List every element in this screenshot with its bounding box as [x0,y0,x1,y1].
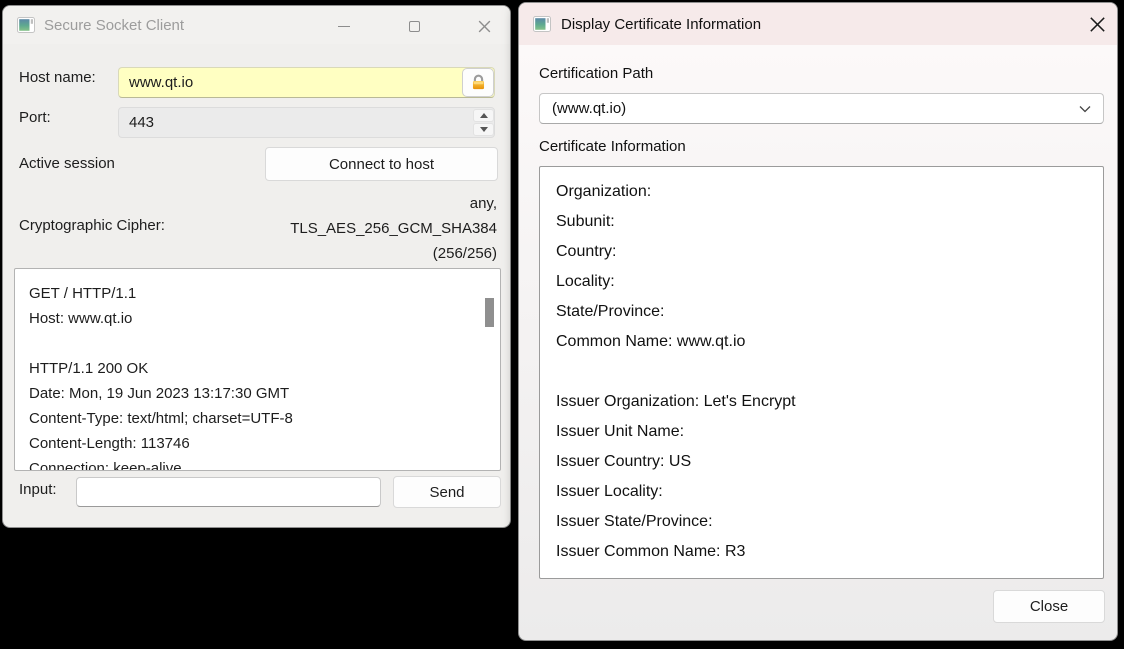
certificate-info-dialog: Display Certificate Information Certific… [518,2,1118,641]
text-line: any, [290,191,497,216]
close-icon [1089,16,1106,33]
client-titlebar[interactable]: Secure Socket Client [3,6,510,44]
connect-to-host-button[interactable]: Connect to host [265,147,498,181]
text-line: Country: [556,237,1093,267]
text-line: GET / HTTP/1.1 [29,281,480,306]
session-status-label: Active session [19,155,115,172]
arrow-down-icon [480,127,488,132]
send-data-input[interactable] [76,477,381,507]
spin-down-button[interactable] [473,123,494,136]
cipher-label: Cryptographic Cipher: [19,217,165,234]
text-line: Common Name: www.qt.io [556,327,1093,357]
certification-path-label: Certification Path [539,65,653,82]
secure-socket-client-window: Secure Socket Client Host name: [2,5,511,528]
text-line: Issuer Locality: [556,477,1093,507]
text-line: Content-Type: text/html; charset=UTF-8 [29,406,480,431]
text-line: Connection: keep-alive [29,456,480,471]
text-line: HTTP/1.1 200 OK [29,356,480,381]
desktop-canvas: Secure Socket Client Host name: [0,0,1124,649]
spin-up-button[interactable] [473,109,494,122]
port-label: Port: [19,109,51,126]
port-input[interactable] [118,107,495,138]
console-scrollbar-thumb[interactable] [485,298,494,327]
qt-app-icon [17,17,35,33]
window-title: Secure Socket Client [44,17,184,34]
text-line: Issuer Country: US [556,447,1093,477]
text-line: Locality: [556,267,1093,297]
port-spinner [473,109,494,136]
dialog-close-button[interactable]: Close [993,590,1105,623]
close-button[interactable] [1079,11,1115,37]
close-icon [477,19,492,34]
minimize-icon [338,26,350,27]
chevron-down-icon [1079,105,1091,113]
text-line: Date: Mon, 19 Jun 2023 13:17:30 GMT [29,381,480,406]
maximize-icon [409,21,420,32]
text-line [556,357,1093,387]
dialog-title: Display Certificate Information [561,16,761,33]
text-line [29,331,480,356]
certification-path-combobox[interactable]: (www.qt.io) [539,93,1104,124]
arrow-up-icon [480,113,488,118]
send-button[interactable]: Send [393,476,501,508]
certificate-information-text[interactable]: Organization:Subunit:Country:Locality:St… [539,166,1104,579]
text-line: Issuer Organization: Let's Encrypt [556,387,1093,417]
text-line: State/Province: [556,297,1093,327]
session-log-console[interactable]: GET / HTTP/1.1Host: www.qt.io HTTP/1.1 2… [14,268,501,471]
ssl-lock-button[interactable] [462,68,494,97]
host-name-input[interactable] [118,67,495,98]
text-line: Host: www.qt.io [29,306,480,331]
maximize-button[interactable] [396,15,432,37]
text-line: (256/256) [290,241,497,266]
text-line: Issuer Common Name: R3 [556,537,1093,567]
input-label: Input: [19,481,57,498]
lock-icon [470,74,487,91]
text-line: Content-Length: 113746 [29,431,480,456]
dialog-titlebar[interactable]: Display Certificate Information [519,3,1117,45]
host-name-label: Host name: [19,69,96,86]
close-button[interactable] [466,15,502,37]
text-line: TLS_AES_256_GCM_SHA384 [290,216,497,241]
text-line: Issuer State/Province: [556,507,1093,537]
certificate-information-label: Certificate Information [539,138,686,155]
qt-app-icon [533,16,551,32]
combobox-value: (www.qt.io) [552,100,626,117]
text-line: Organization: [556,177,1093,207]
text-line: Issuer Unit Name: [556,417,1093,447]
cipher-value: any,TLS_AES_256_GCM_SHA384(256/256) [290,191,497,266]
minimize-button[interactable] [326,15,362,37]
text-line: Subunit: [556,207,1093,237]
